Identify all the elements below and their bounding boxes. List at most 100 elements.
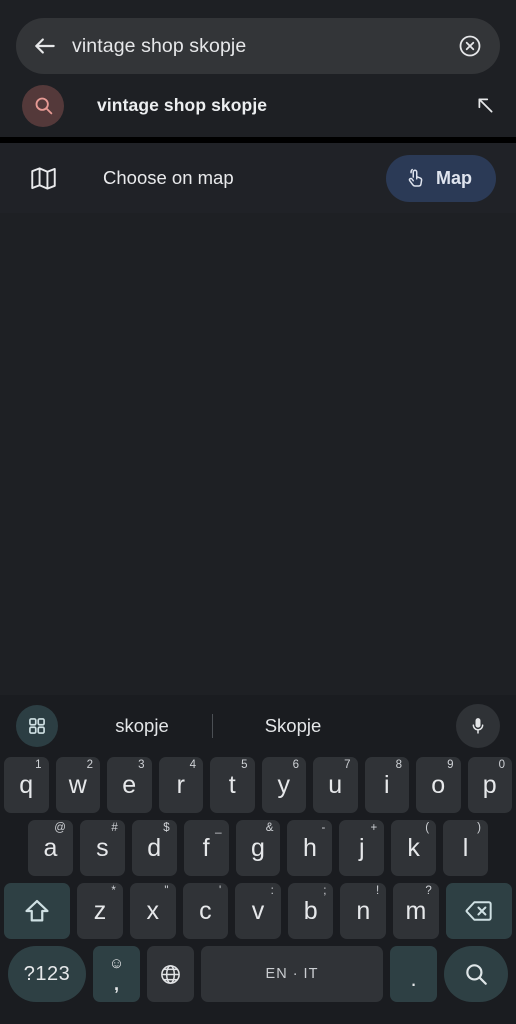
key-b-sup: ; (323, 885, 327, 897)
search-suggestion-row[interactable]: vintage shop skopje (0, 74, 516, 137)
key-p[interactable]: 0p (467, 757, 512, 813)
key-n-sup: ! (375, 885, 380, 897)
backspace-icon (465, 901, 492, 921)
key-f-label: f (202, 833, 210, 862)
keyboard-suggestion-strip: skopje Skopje (0, 695, 516, 757)
key-v-label: v (251, 896, 265, 925)
key-s-label: s (96, 833, 109, 862)
key-j-label: j (359, 833, 365, 862)
key-s-sup: # (111, 822, 118, 834)
key-o-sup: 9 (447, 759, 454, 771)
backspace-key[interactable] (445, 883, 512, 939)
key-p-sup: 0 (498, 759, 505, 771)
key-s[interactable]: # s (79, 820, 125, 876)
microphone-icon (472, 718, 484, 734)
key-m-label: m (405, 896, 427, 925)
key-l-sup: ) (477, 822, 482, 834)
search-enter-key[interactable] (444, 946, 508, 1002)
key-c-sup: ' (218, 885, 222, 897)
key-a[interactable]: @ a (28, 820, 73, 876)
key-z-label: z (93, 896, 107, 925)
key-g[interactable]: & g (235, 820, 281, 876)
key-h[interactable]: -h (287, 820, 333, 876)
keyboard-row-3: * z " x ' c :v ; b ! n ? m (0, 883, 516, 939)
suggestion-word-1[interactable]: Skopje (213, 715, 373, 737)
shift-arrow-icon (25, 899, 49, 922)
language-switch-key[interactable] (147, 946, 194, 1002)
key-m[interactable]: ? m (393, 883, 439, 939)
emoji-comma-key[interactable]: ☺ , (93, 946, 140, 1002)
search-bar[interactable]: vintage shop skopje (16, 18, 500, 74)
key-i[interactable]: 8i (364, 757, 409, 813)
key-v[interactable]: :v (235, 883, 281, 939)
map-button[interactable]: Map (386, 154, 496, 202)
numeric-mode-key[interactable]: ?123 (8, 946, 86, 1002)
key-y[interactable]: 6y (261, 757, 306, 813)
clear-circle-icon[interactable] (458, 34, 482, 58)
key-h-label: h (302, 833, 317, 862)
choose-on-map-label: Choose on map (103, 167, 234, 188)
key-n-label: n (356, 896, 371, 925)
key-t-sup: 5 (241, 759, 248, 771)
key-x[interactable]: " x (129, 883, 176, 939)
key-q-label: q (19, 770, 34, 799)
key-y-sup: 6 (292, 759, 299, 771)
results-empty-area (0, 213, 516, 695)
search-icon (35, 97, 52, 115)
key-c-label: c (199, 896, 212, 925)
comma-label: , (113, 973, 119, 994)
shift-key[interactable] (4, 883, 71, 939)
key-l[interactable]: ) l (443, 820, 489, 876)
suggestion-list: skopje Skopje (72, 714, 456, 738)
key-a-label: a (43, 833, 58, 862)
choose-on-map-row[interactable]: Choose on map Map (0, 143, 516, 213)
key-j[interactable]: + j (339, 820, 385, 876)
key-k-label: k (407, 833, 420, 862)
key-z[interactable]: * z (77, 883, 123, 939)
key-r[interactable]: 4r (158, 757, 203, 813)
key-u-label: u (328, 770, 343, 799)
arrow-northwest-icon[interactable] (475, 95, 496, 116)
key-h-sup: - (321, 822, 326, 834)
grid-apps-button[interactable] (16, 705, 58, 747)
key-g-label: g (251, 833, 265, 862)
grid-apps-icon (29, 718, 45, 734)
map-button-label: Map (436, 167, 472, 188)
microphone-button[interactable] (456, 704, 500, 748)
suggestion-avatar (22, 84, 64, 127)
key-e-label: e (122, 770, 137, 799)
period-key[interactable]: . (390, 946, 437, 1002)
key-w-label: w (68, 770, 87, 799)
key-d[interactable]: $ d (131, 820, 177, 876)
keyboard-bottom-inset (0, 1002, 516, 1016)
key-f[interactable]: _ f (183, 820, 229, 876)
key-o-label: o (431, 770, 446, 799)
key-i-label: i (383, 770, 390, 799)
key-b[interactable]: ; b (287, 883, 334, 939)
key-x-label: x (146, 896, 159, 925)
arrow-left-icon[interactable] (32, 33, 58, 59)
key-r-sup: 4 (189, 759, 196, 771)
key-c[interactable]: ' c (182, 883, 229, 939)
key-g-sup: & (265, 822, 274, 834)
language-globe-icon (161, 964, 180, 984)
key-t[interactable]: 5t (210, 757, 255, 813)
key-a-sup: @ (54, 822, 66, 834)
key-k[interactable]: (k (391, 820, 437, 876)
key-z-sup: * (111, 885, 116, 897)
key-u[interactable]: 7u (313, 757, 358, 813)
key-n[interactable]: ! n (340, 883, 387, 939)
key-e[interactable]: 3e (107, 757, 152, 813)
key-w[interactable]: 2w (55, 757, 100, 813)
key-b-label: b (303, 896, 318, 925)
key-t-label: t (228, 770, 236, 799)
key-i-sup: 8 (395, 759, 402, 771)
key-f-sup: _ (215, 822, 222, 834)
suggestion-word-0[interactable]: skopje (72, 715, 212, 737)
suggestion-label: vintage shop skopje (97, 95, 268, 115)
tap-gesture-icon (408, 168, 423, 187)
search-input[interactable]: vintage shop skopje (72, 35, 444, 58)
key-o[interactable]: 9o (416, 757, 461, 813)
key-q[interactable]: 1q (4, 757, 49, 813)
space-key[interactable]: EN · IT (201, 946, 383, 1002)
